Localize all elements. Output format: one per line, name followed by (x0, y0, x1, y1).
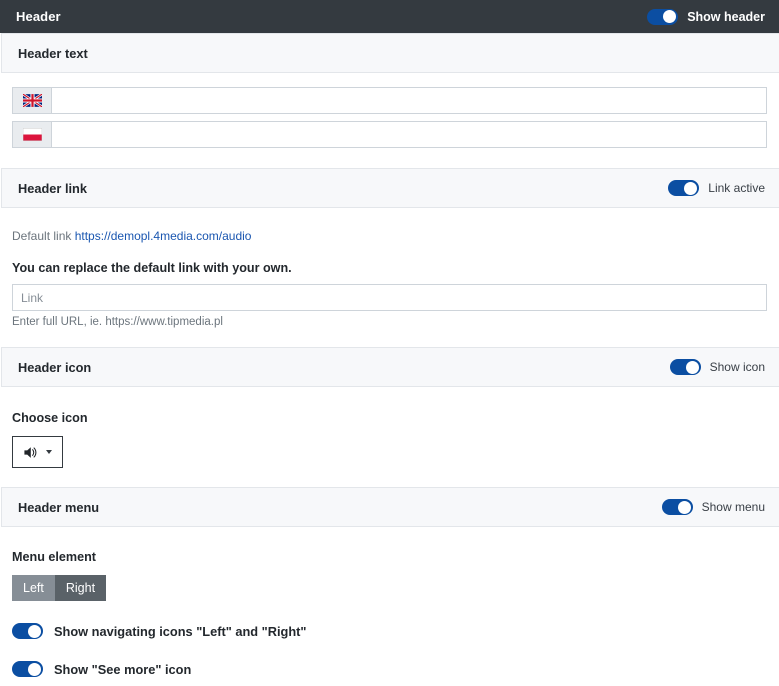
header-text-body (0, 73, 779, 168)
link-helper-text: Enter full URL, ie. https://www.tipmedia… (12, 316, 223, 328)
header-menu-body: Menu element Left Right Show navigating … (0, 527, 779, 677)
panel-topbar: Header Show header (0, 0, 779, 33)
default-link-url[interactable]: https://demopl.4media.com/audio (75, 229, 252, 243)
header-text-input-pl[interactable] (52, 122, 766, 147)
show-icon-toggle-label: Show icon (709, 360, 765, 374)
flag-uk-svg (22, 94, 42, 107)
show-icon-toggle-group[interactable]: Show icon (669, 359, 765, 375)
menu-element-left-button[interactable]: Left (12, 575, 55, 601)
show-see-more-icon-toggle[interactable] (12, 661, 43, 677)
show-header-toggle-group[interactable]: Show header (647, 8, 765, 25)
show-navigating-icons-row[interactable]: Show navigating icons "Left" and "Right" (12, 601, 767, 639)
toggle-knob (28, 662, 41, 676)
section-header-menu: Header menu Show menu (1, 487, 779, 527)
header-text-input-pl-wrap (51, 121, 767, 148)
header-link-body: Default link https://demopl.4media.com/a… (0, 208, 779, 347)
show-see-more-icon-row[interactable]: Show "See more" icon (12, 639, 767, 677)
show-navigating-icons-toggle[interactable] (12, 623, 43, 639)
link-active-toggle-label: Link active (708, 181, 765, 195)
default-link-prefix: Default link (12, 229, 72, 243)
section-header-text: Header text (1, 33, 779, 73)
toggle-knob (28, 624, 41, 638)
section-header-icon-title: Header icon (18, 359, 92, 375)
toggle-knob (684, 181, 698, 195)
toggle-knob (677, 500, 691, 514)
chevron-down-icon (46, 450, 52, 454)
icon-picker-dropdown[interactable] (12, 436, 63, 468)
flag-pl-svg (22, 128, 42, 141)
choose-icon-label: Choose icon (12, 411, 88, 425)
header-icon-body: Choose icon (0, 387, 779, 487)
panel-title: Header (16, 9, 61, 24)
menu-element-label: Menu element (12, 550, 96, 564)
show-header-toggle-label: Show header (687, 9, 765, 24)
menu-element-right-button[interactable]: Right (54, 575, 107, 601)
show-navigating-icons-label: Show navigating icons "Left" and "Right" (54, 623, 307, 639)
section-header-icon: Header icon Show icon (1, 347, 779, 387)
show-menu-toggle-label: Show menu (701, 500, 765, 514)
show-menu-toggle[interactable] (661, 499, 693, 515)
replace-link-instruction: You can replace the default link with yo… (12, 261, 292, 275)
link-active-toggle-group[interactable]: Link active (668, 180, 765, 196)
header-text-field-pl (12, 121, 767, 148)
header-text-input-en[interactable] (52, 88, 766, 113)
speaker-volume-icon (24, 446, 37, 458)
section-header-text-title: Header text (18, 45, 88, 61)
header-settings-panel: Header Show header Header text Header li… (0, 0, 779, 686)
show-see-more-icon-label: Show "See more" icon (54, 661, 192, 677)
section-header-link: Header link Link active (1, 168, 779, 208)
default-link-row: Default link https://demopl.4media.com/a… (12, 208, 767, 243)
header-text-input-en-wrap (51, 87, 767, 114)
link-input[interactable] (13, 285, 766, 310)
toggle-knob (663, 10, 677, 23)
show-header-toggle[interactable] (647, 8, 679, 25)
show-menu-toggle-group[interactable]: Show menu (661, 499, 765, 515)
toggle-knob (685, 360, 699, 374)
menu-element-button-group: Left Right (12, 575, 107, 601)
flag-pl-icon (12, 121, 51, 148)
show-icon-toggle[interactable] (669, 359, 701, 375)
section-header-link-title: Header link (18, 180, 87, 196)
flag-uk-icon (12, 87, 51, 114)
section-header-menu-title: Header menu (18, 499, 100, 515)
header-text-field-en (12, 87, 767, 114)
link-active-toggle[interactable] (668, 180, 700, 196)
link-input-wrap (12, 284, 767, 311)
